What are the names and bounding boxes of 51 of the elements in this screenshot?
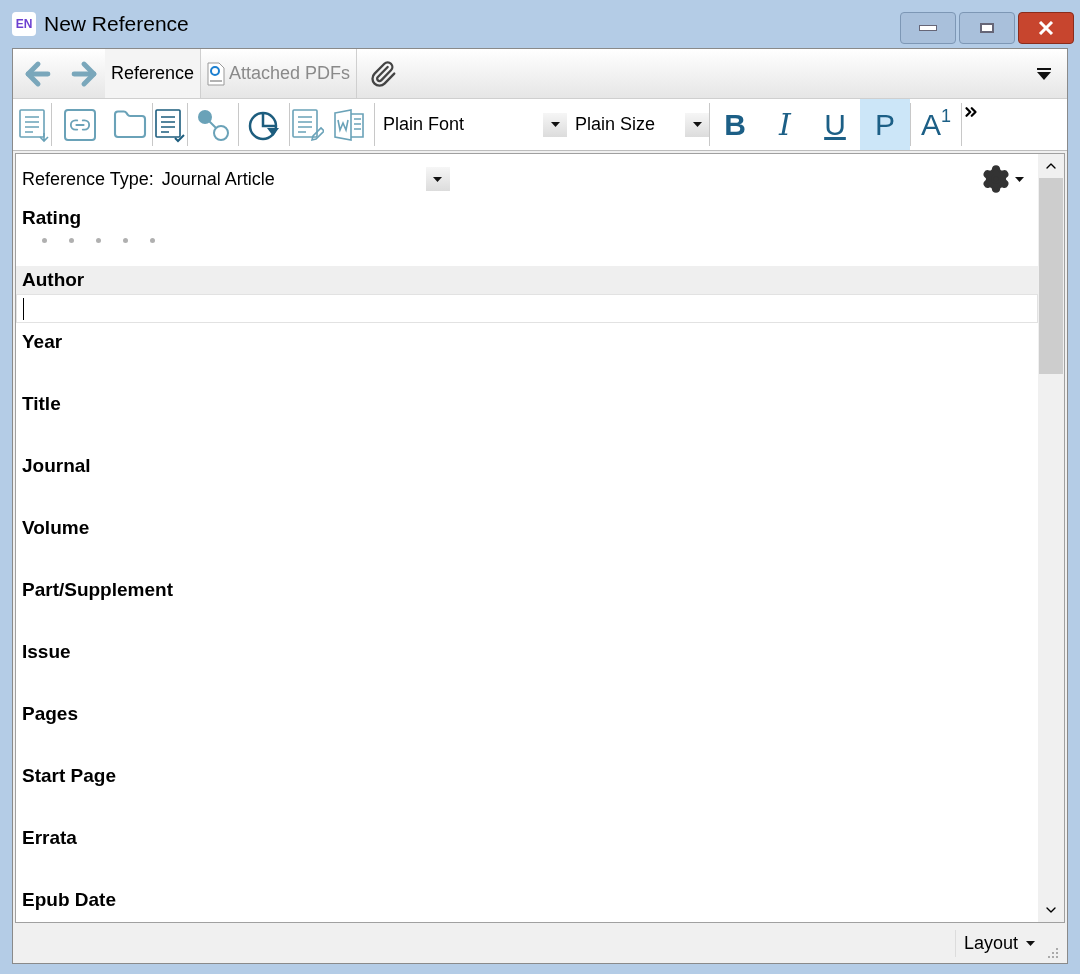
field-label: Rating [21, 205, 83, 230]
menu-dropdown-icon[interactable] [1037, 67, 1051, 80]
field-label: Issue [21, 639, 72, 664]
reference-type-label: Reference Type: [22, 167, 154, 191]
field-label: Pages [21, 701, 79, 726]
minimize-button[interactable] [900, 12, 956, 44]
scrollbar-thumb[interactable] [1039, 178, 1063, 374]
dropdown-button[interactable] [425, 167, 450, 191]
field-label: Author [16, 266, 1038, 294]
field-input[interactable] [16, 294, 1038, 323]
dropdown-button[interactable] [543, 112, 567, 137]
caret-icon [1026, 940, 1035, 946]
caret-icon [692, 122, 702, 127]
format-button[interactable]: U [810, 99, 860, 150]
field-label: Start Page [21, 763, 117, 788]
field-label: Errata [21, 825, 78, 850]
field-label: Year [21, 329, 64, 354]
layout-button[interactable]: Layout [954, 929, 1035, 957]
edit-document-icon[interactable] [290, 106, 324, 143]
close-icon [1038, 21, 1054, 35]
link-icon[interactable] [64, 108, 96, 141]
field-label: Part/Supplement [21, 577, 174, 602]
maximize-button[interactable] [959, 12, 1015, 44]
field-label: Volume [21, 515, 91, 540]
format-button[interactable]: B [710, 99, 760, 150]
app-logo: EN [12, 12, 36, 36]
caret-icon [550, 122, 560, 127]
field-label: Title [21, 391, 62, 416]
reference-type-select[interactable]: Journal Article [161, 165, 426, 193]
document-check-icon[interactable] [153, 106, 187, 143]
close-button[interactable] [1018, 12, 1074, 44]
caret-icon [433, 176, 443, 182]
paperclip-icon[interactable] [369, 59, 398, 88]
format-button[interactable]: P [860, 99, 910, 150]
caret-icon [1015, 176, 1024, 182]
resize-grip-icon[interactable] [1047, 947, 1059, 959]
document-download-icon[interactable] [17, 106, 51, 143]
size-select[interactable]: Plain Size [575, 111, 685, 138]
format-button[interactable]: I [760, 99, 810, 150]
format-button[interactable]: A$^{1}$ [911, 99, 961, 150]
window-title: New Reference [44, 11, 189, 38]
dropdown-button[interactable] [685, 112, 709, 137]
pdf-file-icon [207, 61, 226, 86]
tab[interactable]: Reference [105, 49, 202, 98]
field-label: Journal [21, 453, 92, 478]
scrollbar[interactable] [1038, 154, 1064, 922]
settings-icon[interactable] [981, 164, 1011, 194]
font-select[interactable]: Plain Font [383, 111, 543, 138]
word-document-icon[interactable] [332, 107, 366, 142]
connection-icon[interactable] [196, 107, 230, 142]
field-label: Epub Date [21, 887, 117, 912]
